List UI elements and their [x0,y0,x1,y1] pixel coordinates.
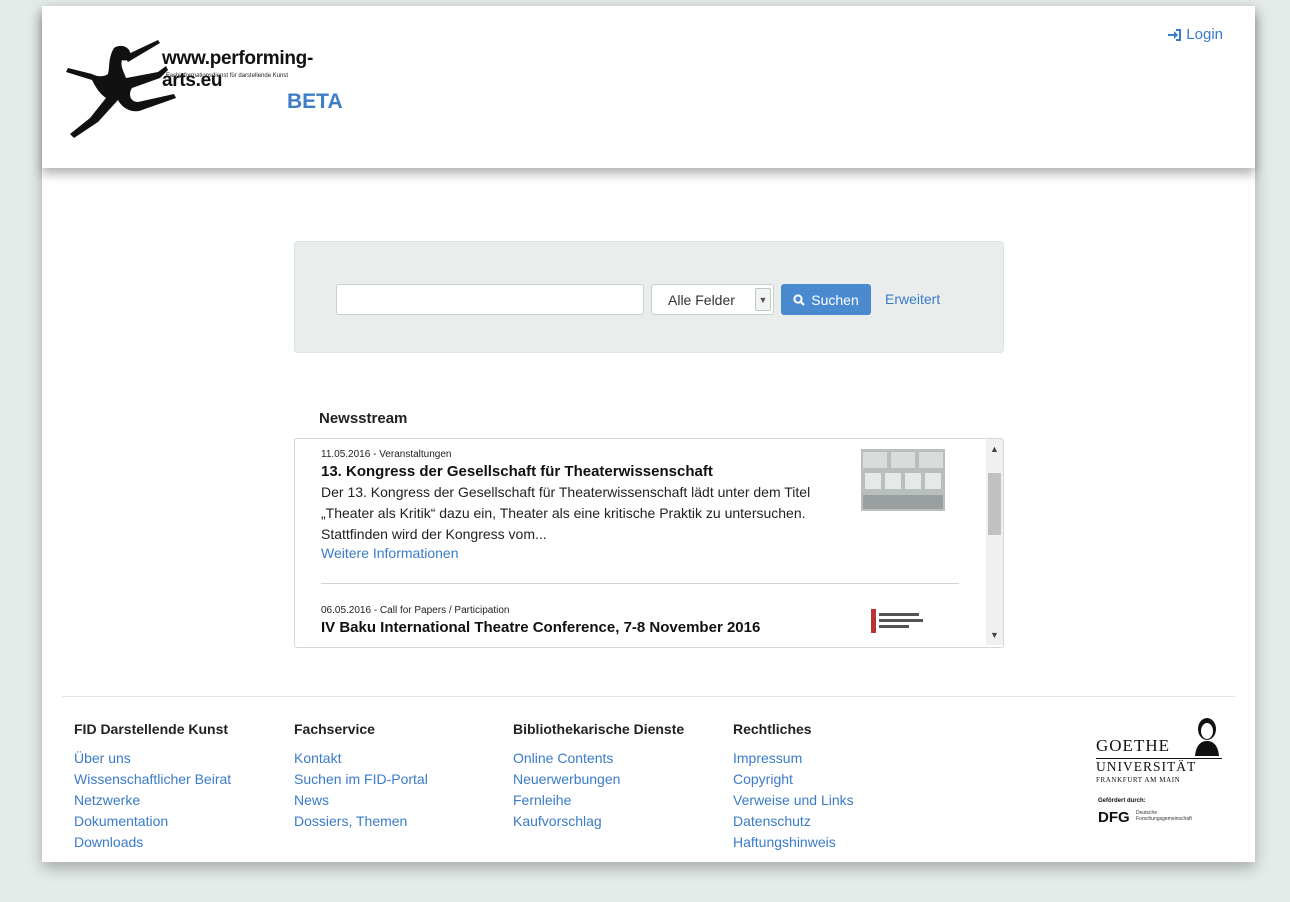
footer-column-fid: FID Darstellende Kunst Über uns Wissensc… [74,721,231,853]
news-scrollbar[interactable]: ▲ ▼ [986,439,1003,645]
footer-link-ueber-uns[interactable]: Über uns [74,748,231,769]
site-logo[interactable]: www.performing-arts.eu Fachinformationsd… [62,36,343,146]
news-meta: 06.05.2016 - Call for Papers / Participa… [321,605,510,616]
site-header: www.performing-arts.eu Fachinformationsd… [42,6,1255,168]
goethe-city: FRANKFURT AM MAIN [1096,776,1181,784]
footer-link-news[interactable]: News [294,790,428,811]
newsstream-title: Newsstream [319,410,408,427]
footer-link-datenschutz[interactable]: Datenschutz [733,811,854,832]
search-button[interactable]: Suchen [781,284,871,315]
goethe-portrait-icon [1195,718,1219,756]
footer-link-downloads[interactable]: Downloads [74,832,231,853]
page-container: www.performing-arts.eu Fachinformationsd… [42,6,1255,862]
footer-link-neuerwerbungen[interactable]: Neuerwerbungen [513,769,684,790]
scroll-thumb[interactable] [988,473,1001,535]
search-panel: Alle Felder ▼ Suchen Erweitert [294,241,1004,353]
footer-link-beirat[interactable]: Wissenschaftlicher Beirat [74,769,231,790]
footer-link-kaufvorschlag[interactable]: Kaufvorschlag [513,811,684,832]
footer-link-suchen[interactable]: Suchen im FID-Portal [294,769,428,790]
footer-link-dossiers[interactable]: Dossiers, Themen [294,811,428,832]
news-thumbnail-image [861,449,945,511]
news-item: 06.05.2016 - Call for Papers / Participa… [321,605,866,636]
login-label: Login [1186,26,1223,43]
scroll-up-icon[interactable]: ▲ [986,441,1003,457]
dfg-name: Deutsche Forschungsgemeinschaft [1136,810,1192,822]
search-field-selected: Alle Felder [668,292,735,308]
search-field-select[interactable]: Alle Felder ▼ [651,284,774,315]
footer-column-title: Fachservice [294,721,375,737]
footer-link-impressum[interactable]: Impressum [733,748,854,769]
search-button-label: Suchen [811,291,859,308]
footer-link-haftung[interactable]: Haftungshinweis [733,832,854,853]
footer-column-fachservice: Fachservice Kontakt Suchen im FID-Portal… [294,721,428,832]
news-thumbnail-image [867,603,929,643]
news-divider [321,583,959,584]
news-headline[interactable]: 13. Kongress der Gesellschaft für Theate… [321,463,866,480]
login-link[interactable]: Login [1168,26,1223,43]
footer-column-title: Rechtliches [733,721,812,737]
footer-link-fernleihe[interactable]: Fernleihe [513,790,684,811]
sign-in-icon [1168,28,1182,41]
footer-column-bibliothek: Bibliothekarische Dienste Online Content… [513,721,684,832]
footer-link-kontakt[interactable]: Kontakt [294,748,428,769]
goethe-name: GOETHE [1096,736,1170,755]
news-item: 11.05.2016 - Veranstaltungen 13. Kongres… [321,449,866,561]
logo-subtitle: Fachinformationsdienst für darstellende … [166,73,289,79]
news-headline[interactable]: IV Baku International Theatre Conference… [321,619,866,636]
goethe-university-logo[interactable]: GOETHE UNIVERSITÄT FRANKFURT AM MAIN Gef… [1096,716,1236,836]
search-icon [793,293,806,306]
beta-badge: BETA [287,90,343,113]
footer-link-verweise[interactable]: Verweise und Links [733,790,854,811]
scroll-down-icon[interactable]: ▼ [986,627,1003,643]
funded-by-label: Gefördert durch: [1098,798,1146,804]
footer-link-online-contents[interactable]: Online Contents [513,748,684,769]
footer-column-title: FID Darstellende Kunst [74,721,229,737]
footer-link-copyright[interactable]: Copyright [733,769,854,790]
dfg-logo: DFG [1098,809,1130,826]
search-input[interactable] [336,284,644,315]
news-more-link[interactable]: Weitere Informationen [321,545,866,561]
footer-column-title: Bibliothekarische Dienste [513,721,685,737]
footer-link-netzwerke[interactable]: Netzwerke [74,790,231,811]
chevron-down-icon: ▼ [755,288,771,311]
advanced-search-link[interactable]: Erweitert [885,291,940,307]
logo-url: www.performing-arts.eu [162,48,314,91]
goethe-university: UNIVERSITÄT [1096,759,1197,774]
footer-column-rechtliches: Rechtliches Impressum Copyright Verweise… [733,721,854,853]
footer-divider [62,696,1235,697]
news-meta: 11.05.2016 - Veranstaltungen [321,449,452,460]
footer-link-dokumentation[interactable]: Dokumentation [74,811,231,832]
news-text: Der 13. Kongress der Gesellschaft für Th… [321,484,811,542]
newsstream-box[interactable]: 11.05.2016 - Veranstaltungen 13. Kongres… [294,438,1004,648]
